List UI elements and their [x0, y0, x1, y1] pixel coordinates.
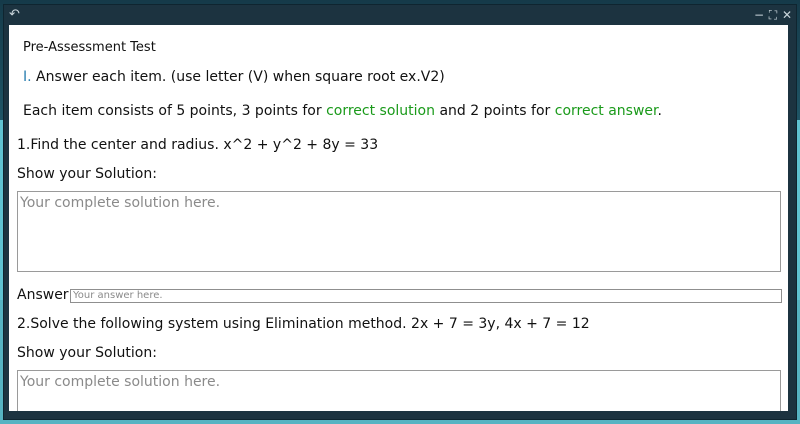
- close-icon[interactable]: ✕: [780, 7, 794, 23]
- instruction-line: I. Answer each item. (use letter (V) whe…: [23, 69, 445, 85]
- solution-label-2: Show your Solution:: [17, 345, 157, 361]
- scoring-highlight-answer: correct answer: [554, 103, 658, 119]
- answer-input-1[interactable]: Your answer here.: [70, 289, 782, 303]
- solution-label-1: Show your Solution:: [17, 166, 157, 182]
- question-2: 2.Solve the following system using Elimi…: [17, 316, 590, 332]
- window-bottom-edge: [4, 411, 796, 419]
- instruction-text: Answer each item. (use letter (V) when s…: [31, 69, 445, 85]
- scoring-text-1: Each item consists of 5 points, 3 points…: [23, 103, 327, 119]
- app-window: ↶ − ⛶ ✕ Pre-Assessment Test I. Answer ea…: [4, 5, 796, 419]
- scoring-highlight-solution: correct solution: [326, 103, 435, 119]
- maximize-icon[interactable]: ⛶: [766, 7, 780, 23]
- vertical-scrollbar[interactable]: [788, 25, 792, 411]
- answer-label-1: Answer:: [17, 287, 74, 303]
- page-title: Pre-Assessment Test: [23, 40, 156, 55]
- test-content-panel: Pre-Assessment Test I. Answer each item.…: [8, 25, 789, 411]
- scoring-text-3: .: [657, 103, 662, 119]
- solution-textarea-2[interactable]: Your complete solution here.: [17, 370, 781, 411]
- back-icon[interactable]: ↶: [9, 7, 25, 23]
- title-bar: ↶ − ⛶ ✕: [4, 5, 796, 25]
- solution-textarea-1[interactable]: Your complete solution here.: [17, 191, 781, 272]
- minimize-icon[interactable]: −: [752, 7, 766, 23]
- question-1: 1.Find the center and radius. x^2 + y^2 …: [17, 137, 379, 153]
- scoring-note: Each item consists of 5 points, 3 points…: [23, 103, 662, 119]
- instruction-roman-numeral: I.: [23, 69, 32, 85]
- scoring-text-2: and 2 points for: [435, 103, 555, 119]
